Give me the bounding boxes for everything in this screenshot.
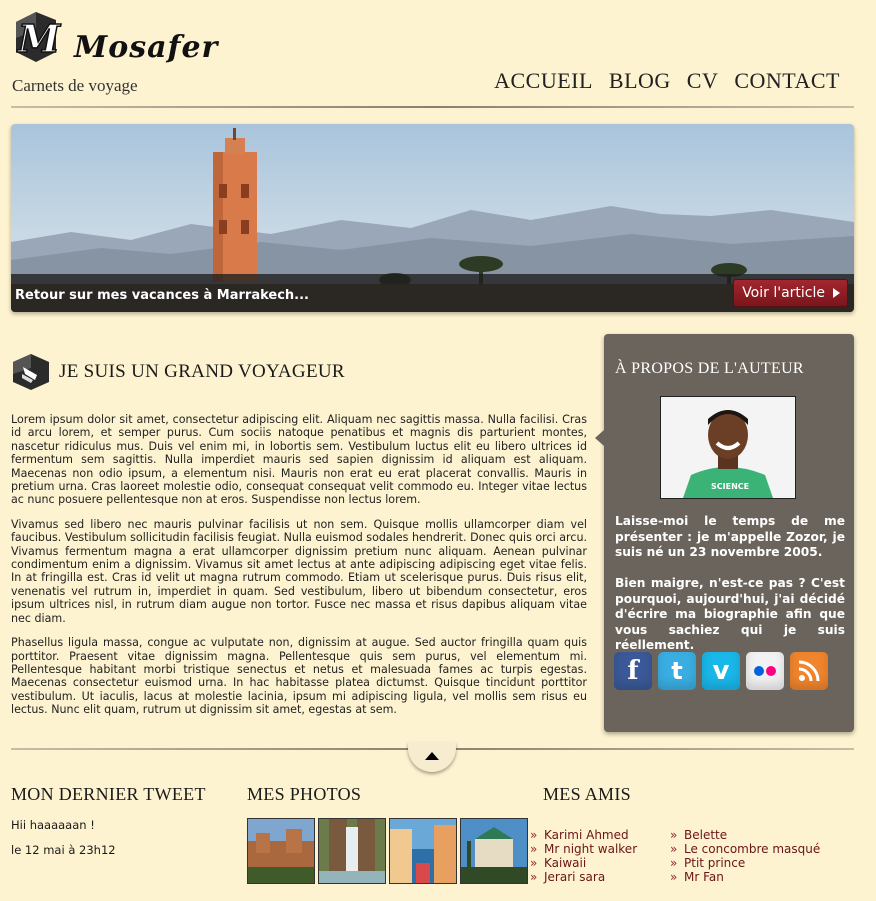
facebook-icon[interactable]: f <box>614 652 652 690</box>
social-links: f t v <box>614 652 828 690</box>
about-author-title: À PROPOS DE L'AUTEUR <box>615 360 804 377</box>
site-name[interactable]: Mosafer <box>74 30 218 65</box>
photos-section-title: MES PHOTOS <box>247 784 362 804</box>
logo-icon[interactable]: M <box>12 8 62 64</box>
article-body: Lorem ipsum dolor sit amet, consectetur … <box>11 413 587 728</box>
photo-thumbnail[interactable] <box>247 818 315 884</box>
friend-link[interactable]: Ptit prince <box>670 856 820 870</box>
nav-cv[interactable]: CV <box>687 68 719 94</box>
banner-caption-bar: Retour sur mes vacances à Marrakech... V… <box>11 274 854 312</box>
friends-list: Karimi Ahmed Mr night walker Kaiwaii Jer… <box>530 828 637 884</box>
photo-thumbnail[interactable] <box>389 818 457 884</box>
author-bio-paragraph: Laisse-moi le temps de me présenter : je… <box>615 514 845 560</box>
friend-link[interactable]: Karimi Ahmed <box>530 828 637 842</box>
photo-thumbnail[interactable] <box>460 818 528 884</box>
tweet-text: Hii haaaaaan ! <box>11 818 95 832</box>
flickr-icon[interactable] <box>746 652 784 690</box>
header-divider <box>11 106 854 108</box>
read-article-button[interactable]: Voir l'article <box>733 279 848 307</box>
friend-link[interactable]: Belette <box>670 828 820 842</box>
article-paragraph: Lorem ipsum dolor sit amet, consectetur … <box>11 413 587 507</box>
tagline: Carnets de voyage <box>12 76 138 95</box>
banner: Retour sur mes vacances à Marrakech... V… <box>11 124 854 312</box>
vimeo-icon[interactable]: v <box>702 652 740 690</box>
article-tag-icon <box>11 352 51 392</box>
about-author-panel: À PROPOS DE L'AUTEUR SCIENCE Laisse-moi … <box>595 334 854 732</box>
banner-caption: Retour sur mes vacances à Marrakech... <box>15 288 309 303</box>
article-title: JE SUIS UN GRAND VOYAGEUR <box>59 361 345 382</box>
svg-text:SCIENCE: SCIENCE <box>711 482 749 491</box>
friend-link[interactable]: Mr night walker <box>530 842 637 856</box>
article-paragraph: Phasellus ligula massa, congue ac vulput… <box>11 636 587 717</box>
author-bio-paragraph: Bien maigre, n'est-ce pas ? C'est pourqu… <box>615 576 845 653</box>
friends-list: Belette Le concombre masqué Ptit prince … <box>670 828 820 884</box>
tweet-section-title: MON DERNIER TWEET <box>11 784 206 804</box>
rss-icon[interactable] <box>790 652 828 690</box>
friend-link[interactable]: Jerari sara <box>530 870 637 884</box>
photo-gallery <box>247 818 528 884</box>
twitter-icon[interactable]: t <box>658 652 696 690</box>
photo-thumbnail[interactable] <box>318 818 386 884</box>
tweet-date: le 12 mai à 23h12 <box>11 843 116 857</box>
author-photo: SCIENCE <box>660 396 796 499</box>
friend-link[interactable]: Le concombre masqué <box>670 842 820 856</box>
back-to-top-button[interactable] <box>408 742 456 772</box>
article-paragraph: Vivamus sed libero nec mauris pulvinar f… <box>11 517 587 625</box>
nav-accueil[interactable]: ACCUEIL <box>494 68 593 94</box>
nav-blog[interactable]: BLOG <box>609 68 671 94</box>
friend-link[interactable]: Mr Fan <box>670 870 820 884</box>
friend-link[interactable]: Kaiwaii <box>530 856 637 870</box>
logo-letter: M <box>16 16 61 61</box>
friends-section-title: MES AMIS <box>543 784 631 804</box>
nav-contact[interactable]: CONTACT <box>734 68 840 94</box>
main-nav: ACCUEIL BLOG CV CONTACT <box>494 68 840 94</box>
